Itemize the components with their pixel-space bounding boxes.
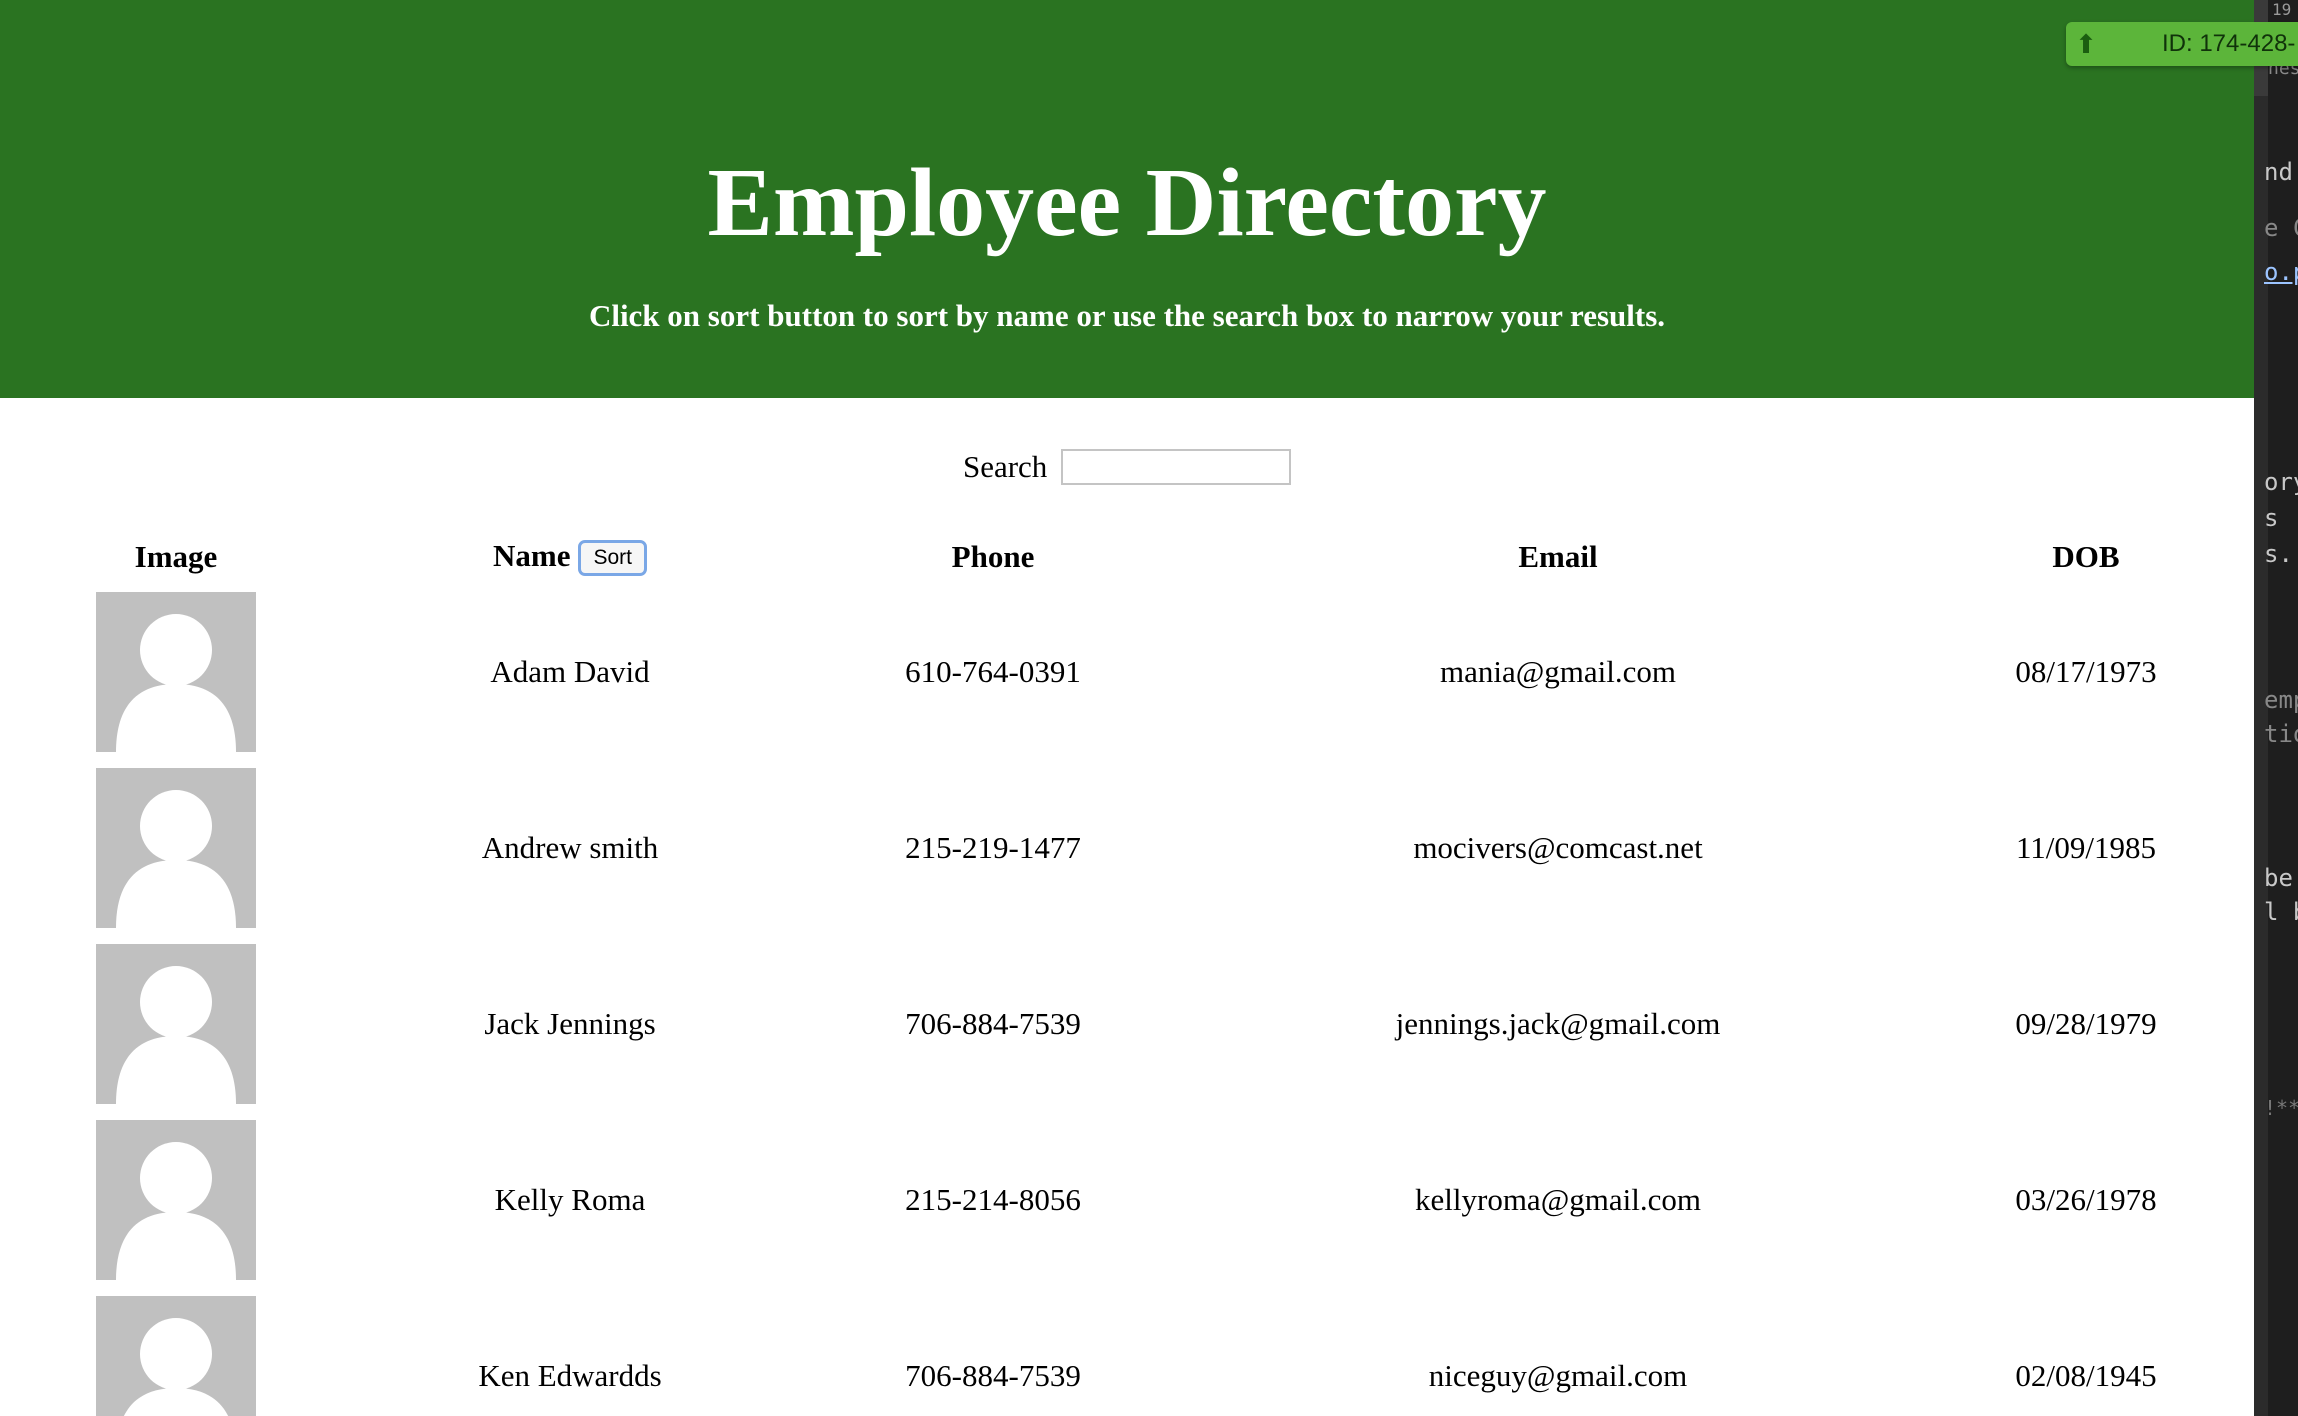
table-row: Adam David 610-764-0391 mania@gmail.com … xyxy=(0,584,2254,760)
default-user-avatar-icon xyxy=(96,1120,256,1280)
column-header-dob: DOB xyxy=(2052,539,2120,574)
employee-phone: 706-884-7539 xyxy=(905,1006,1081,1041)
extension-badge-text: ID: 174-428- xyxy=(2162,30,2296,57)
employee-email: kellyroma@gmail.com xyxy=(1415,1182,1701,1217)
page-header: Employee Directory Click on sort button … xyxy=(0,0,2254,398)
default-user-avatar-icon xyxy=(96,592,256,752)
employee-phone: 215-214-8056 xyxy=(905,1182,1081,1217)
employee-phone: 215-219-1477 xyxy=(905,830,1081,865)
table-row: Jack Jennings 706-884-7539 jennings.jack… xyxy=(0,936,2254,1112)
side-strip-line: emp xyxy=(2264,686,2298,714)
search-row: Search xyxy=(0,446,2254,485)
column-header-image: Image xyxy=(134,539,218,574)
side-strip-line: be xyxy=(2264,864,2293,892)
up-arrow-icon: ⬆ xyxy=(2075,28,2097,59)
employee-name: Andrew smith xyxy=(481,830,659,865)
employee-phone: 610-764-0391 xyxy=(905,654,1081,689)
employee-image-cell xyxy=(0,584,352,760)
column-header-name-label: Name xyxy=(493,537,571,573)
employee-dob: 11/09/1985 xyxy=(2015,830,2157,865)
default-user-avatar-icon xyxy=(96,768,256,928)
default-user-avatar-icon xyxy=(96,1296,256,1416)
page-title: Employee Directory xyxy=(707,149,1547,257)
table-row: Ken Edwardds 706-884-7539 niceguy@gmail.… xyxy=(0,1288,2254,1416)
side-strip-line: o.p xyxy=(2264,258,2298,286)
side-strip-top-text: 19 xyxy=(2272,0,2292,19)
side-strip-line: tio xyxy=(2264,720,2298,748)
column-header-name: Name Sort xyxy=(352,530,788,584)
table-row: Kelly Roma 215-214-8056 kellyroma@gmail.… xyxy=(0,1112,2254,1288)
employee-image-cell xyxy=(0,1112,352,1288)
side-strip-line: !** xyxy=(2264,1096,2298,1120)
column-header-email: Email xyxy=(1518,539,1598,574)
search-input[interactable] xyxy=(1061,448,1292,485)
side-strip-line: ory xyxy=(2264,468,2298,496)
employee-name: Ken Edwardds xyxy=(478,1358,662,1393)
side-strip-line: s. xyxy=(2264,540,2293,568)
employee-image-cell xyxy=(0,936,352,1112)
side-strip-line: e C xyxy=(2264,214,2298,242)
employee-email: niceguy@gmail.com xyxy=(1428,1358,1688,1393)
employee-dob: 03/26/1978 xyxy=(2015,1182,2157,1217)
employee-email: mocivers@comcast.net xyxy=(1413,830,1703,865)
side-strip-line: s xyxy=(2264,504,2279,532)
table-row: Andrew smith 215-219-1477 mocivers@comca… xyxy=(0,760,2254,936)
employee-dob: 08/17/1973 xyxy=(2015,654,2157,689)
search-label: Search xyxy=(962,448,1048,484)
employee-image-cell xyxy=(0,1288,352,1416)
default-user-avatar-icon xyxy=(96,944,256,1104)
employee-email: mania@gmail.com xyxy=(1439,654,1676,689)
side-editor-strip: 19 nes nd e C o.p ory s s. emp tio be l … xyxy=(2254,0,2298,1416)
employee-phone: 706-884-7539 xyxy=(905,1358,1081,1393)
table-header-row: Image Name Sort Phone Email DOB xyxy=(0,530,2254,584)
extension-badge[interactable]: ⬆ ID: 174-428- xyxy=(2066,22,2298,66)
employee-table: Image Name Sort Phone Email DOB Adam Davi… xyxy=(0,530,2254,1416)
employee-name: Kelly Roma xyxy=(494,1182,646,1217)
column-header-phone: Phone xyxy=(951,539,1035,574)
side-strip-line: nd xyxy=(2264,158,2293,186)
side-strip-line: l b xyxy=(2264,898,2298,926)
employee-name: Adam David xyxy=(490,654,650,689)
sort-button[interactable]: Sort xyxy=(578,540,647,577)
employee-email: jennings.jack@gmail.com xyxy=(1395,1006,1721,1041)
page-subtitle: Click on sort button to sort by name or … xyxy=(588,298,1666,333)
employee-image-cell xyxy=(0,760,352,936)
employee-name: Jack Jennings xyxy=(484,1006,656,1041)
employee-dob: 09/28/1979 xyxy=(2015,1006,2157,1041)
employee-dob: 02/08/1945 xyxy=(2015,1358,2157,1393)
